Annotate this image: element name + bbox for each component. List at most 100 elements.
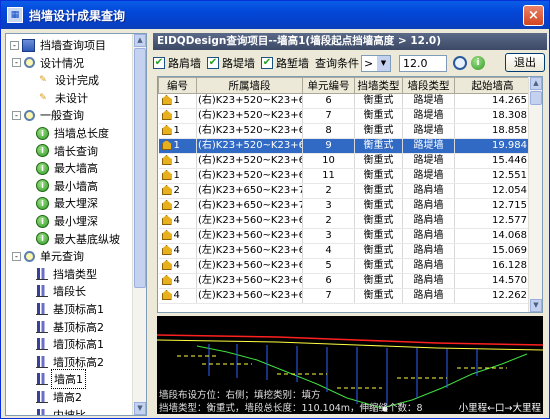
query-tree[interactable]: - 挡墙查询项目 - 设计情况 ✎ 设计完成 ✎ 未设计 - 一般查询 i 挡墙总长度 i 墙长查询 i 最大…: [5, 33, 147, 416]
table-row[interactable]: 4 (左)K23+560~K23+630填方5衡重式路肩墙16.128: [158, 258, 531, 274]
table-cell: 12.551: [454, 168, 531, 184]
profile-info-1: 墙段布设方位：右侧；填挖类别：填方: [159, 390, 321, 401]
close-button[interactable]: ×: [523, 5, 544, 26]
checkbox-icon[interactable]: ✔: [153, 57, 165, 69]
table-cell: 衡重式: [354, 198, 403, 214]
condition-value-input[interactable]: 12.0: [399, 54, 447, 72]
table-cell: 4: [302, 243, 355, 259]
tree-item[interactable]: 墙顶标高2: [36, 353, 106, 371]
wall-icon: [161, 215, 172, 225]
search-icon[interactable]: [453, 56, 467, 70]
filter-embankment-wall[interactable]: ✔ 路堤墙: [207, 55, 255, 71]
table-cell: 路堤墙: [402, 138, 455, 154]
operator-select[interactable]: > ▼: [361, 54, 391, 72]
table-row[interactable]: 1 (右)K23+520~K23+640填方10衡重式路堤墙15.446: [158, 153, 531, 169]
table-row[interactable]: 4(左)K23+560~K23+630填方4衡重式路肩墙15.069: [158, 243, 531, 259]
table-row[interactable]: 1 (右)K23+520~K23+640填方11衡重式路堤墙12.551: [158, 168, 531, 184]
column-header[interactable]: 挡墙类型: [354, 77, 403, 94]
row-number: 4: [173, 245, 180, 256]
tree-item[interactable]: 基顶标高1: [36, 300, 106, 318]
table-row[interactable]: 4 (左)K23+560~K23+630填方2衡重式路肩墙12.577: [158, 213, 531, 229]
table-cell: 7: [302, 108, 355, 124]
tree-item[interactable]: 墙高2: [36, 388, 84, 406]
table-cell: 12.577: [454, 213, 531, 229]
tree-group[interactable]: - 单元查询: [12, 247, 86, 265]
results-grid[interactable]: 编号 所属墙段 单元编号 挡墙类型 墙段类型 起始墙高 1 (右)K23+520~K23+ 6…: [157, 76, 543, 313]
tree-item[interactable]: ✎ 设计完成: [36, 71, 101, 89]
expander-icon[interactable]: -: [12, 110, 21, 120]
bar-chart-icon: [36, 320, 48, 333]
table-cell: 衡重式: [354, 183, 403, 199]
wall-icon: [161, 275, 172, 285]
tree-scrollbar[interactable]: ▲ ▼: [132, 34, 146, 415]
column-header[interactable]: 编号: [158, 77, 197, 94]
table-row[interactable]: 1 (右)K23+520~K23+640填方9衡重式路堤墙19.984: [158, 138, 531, 154]
table-row[interactable]: 2(右)K23+650~K23+780填方2衡重式路肩墙12.054: [158, 183, 531, 199]
table-cell: 路肩墙: [402, 228, 455, 244]
profile-legend: 小里程←口→大里程: [458, 403, 541, 414]
tree-item[interactable]: i 挡墙总长度: [36, 124, 111, 142]
chevron-down-icon[interactable]: ▼: [377, 55, 390, 71]
expander-icon[interactable]: -: [12, 58, 21, 68]
info-icon: i: [36, 179, 49, 193]
table-cell: 3: [302, 198, 355, 214]
scroll-up-arrow-icon[interactable]: ▲: [530, 77, 542, 90]
checkbox-icon[interactable]: ✔: [207, 57, 219, 69]
filter-label: 路肩墙: [168, 57, 201, 70]
table-cell: (右)K23+520~K23+640填方: [196, 93, 303, 109]
tree-group[interactable]: - 设计情况: [12, 54, 86, 72]
filter-cutting-wall[interactable]: ✔ 路堑墙: [261, 55, 309, 71]
column-header[interactable]: 单元编号: [302, 77, 355, 94]
table-row[interactable]: 4 (左)K23+560~K23+630填方7衡重式路肩墙12.262: [158, 288, 531, 304]
exit-button[interactable]: 退出: [505, 53, 545, 72]
tree-item[interactable]: i 最小埋深: [36, 212, 100, 230]
tree-item[interactable]: i 墙长查询: [36, 142, 100, 160]
table-cell: 14.570: [454, 273, 531, 289]
expander-icon[interactable]: -: [10, 40, 19, 50]
column-header[interactable]: 起始墙高: [454, 77, 531, 94]
table-cell: 路肩墙: [402, 288, 455, 304]
tree-item[interactable]: 墙顶标高1: [36, 335, 106, 353]
tree-group[interactable]: - 一般查询: [12, 106, 86, 124]
tree-node-label: 挡墙总长度: [54, 127, 109, 140]
scroll-thumb[interactable]: [134, 48, 146, 288]
tree-item[interactable]: i 最大墙高: [36, 159, 100, 177]
scroll-thumb[interactable]: [530, 91, 542, 105]
table-cell: 11: [302, 168, 355, 184]
table-row[interactable]: 2 (右)K23+650~K23+780填方3衡重式路肩墙12.715: [158, 198, 531, 214]
column-header[interactable]: 所属墙段: [196, 77, 303, 94]
scroll-down-arrow-icon[interactable]: ▼: [134, 402, 146, 415]
table-cell: 路堤墙: [402, 153, 455, 169]
tree-item[interactable]: i 最小墙高: [36, 177, 100, 195]
tree-item[interactable]: ✎ 未设计: [36, 89, 90, 107]
tree-item[interactable]: 墙高1: [36, 369, 86, 390]
info-icon[interactable]: i: [471, 56, 485, 70]
tree-item[interactable]: i 最大基底纵坡: [36, 230, 122, 248]
tree-item[interactable]: 内坡比: [36, 406, 88, 415]
table-row[interactable]: 1 (右)K23+520~K23+640填方8衡重式路堤墙18.858: [158, 123, 531, 139]
checkbox-icon[interactable]: ✔: [261, 57, 273, 69]
tree-item[interactable]: 基顶标高2: [36, 318, 106, 336]
scroll-down-arrow-icon[interactable]: ▼: [530, 299, 542, 312]
tree-item[interactable]: 墙段长: [36, 282, 88, 300]
tree-item[interactable]: 挡墙类型: [36, 265, 99, 283]
table-row[interactable]: 4 (左)K23+560~K23+630填方3衡重式路肩墙14.068: [158, 228, 531, 244]
expander-icon[interactable]: -: [12, 251, 21, 261]
filter-shoulder-wall[interactable]: ✔ 路肩墙: [153, 55, 201, 71]
column-header[interactable]: 墙段类型: [402, 77, 455, 94]
tree-root[interactable]: - 挡墙查询项目: [10, 36, 108, 54]
table-row[interactable]: 1 (右)K23+520~K23+640填方7衡重式路堤墙18.308: [158, 108, 531, 124]
scroll-up-arrow-icon[interactable]: ▲: [134, 34, 146, 47]
table-cell: 15.069: [454, 243, 531, 259]
tree-item[interactable]: i 最大埋深: [36, 194, 100, 212]
table-cell: (右)K23+520~K23+640填方: [196, 168, 303, 184]
table-row[interactable]: 4 (左)K23+560~K23+630填方6衡重式路肩墙14.570: [158, 273, 531, 289]
grid-scrollbar[interactable]: ▲ ▼: [528, 77, 542, 312]
table-row[interactable]: 1 (右)K23+520~K23+640填方6衡重式路堤墙14.265: [158, 93, 531, 109]
table-cell: (左)K23+560~K23+630填方: [196, 258, 303, 274]
table-cell: (左)K23+560~K23+630填方: [196, 288, 303, 304]
bar-chart-icon: [36, 267, 48, 280]
wall-icon: [161, 200, 172, 210]
table-cell: (左)K23+560~K23+630填方: [196, 273, 303, 289]
tree-node-label: 墙顶标高2: [53, 355, 104, 369]
